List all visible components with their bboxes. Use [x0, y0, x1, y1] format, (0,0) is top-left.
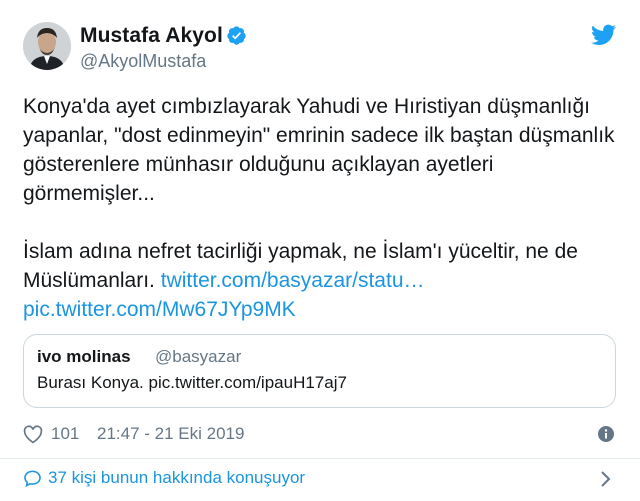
tweet-status-link[interactable]: twitter.com/basyazar/statu…: [161, 269, 425, 292]
tweet-timestamp[interactable]: 21:47 - 21 Eki 2019: [97, 424, 244, 444]
author-avatar[interactable]: [23, 22, 71, 70]
divider: [0, 458, 640, 459]
embedded-tweet-card: Mustafa Akyol @AkyolMustafa Konya'da aye…: [0, 0, 640, 501]
heart-icon[interactable]: [23, 425, 43, 444]
quoted-author-handle: @basyazar: [155, 347, 242, 366]
conversation-link[interactable]: 37 kişi bunun hakkında konuşuyor: [23, 466, 623, 492]
speech-bubble-icon: [24, 470, 41, 488]
quoted-tweet[interactable]: ivo molinas @basyazar Burası Konya. pic.…: [23, 334, 616, 408]
like-count[interactable]: 101: [51, 424, 79, 444]
tweet-media-link[interactable]: pic.twitter.com/Mw67JYp9MK: [23, 298, 296, 321]
twitter-bird-icon[interactable]: [591, 24, 616, 46]
verified-badge-icon: [227, 26, 246, 45]
tweet-paragraph-1: Konya'da ayet cımbızlayarak Yahudi ve Hı…: [23, 95, 615, 205]
tweet-text: Konya'da ayet cımbızlayarak Yahudi ve Hı…: [23, 92, 623, 324]
author-name[interactable]: Mustafa Akyol: [80, 24, 223, 48]
tweet-meta: 101 21:47 - 21 Eki 2019: [23, 424, 623, 446]
quoted-tweet-text: Burası Konya. pic.twitter.com/ipauH17aj7: [37, 373, 347, 392]
author-handle[interactable]: @AkyolMustafa: [80, 51, 206, 72]
quoted-author-name: ivo molinas: [37, 347, 131, 366]
conversation-label[interactable]: 37 kişi bunun hakkında konuşuyor: [48, 468, 305, 488]
chevron-right-icon[interactable]: [600, 470, 612, 488]
info-icon[interactable]: [598, 426, 614, 442]
